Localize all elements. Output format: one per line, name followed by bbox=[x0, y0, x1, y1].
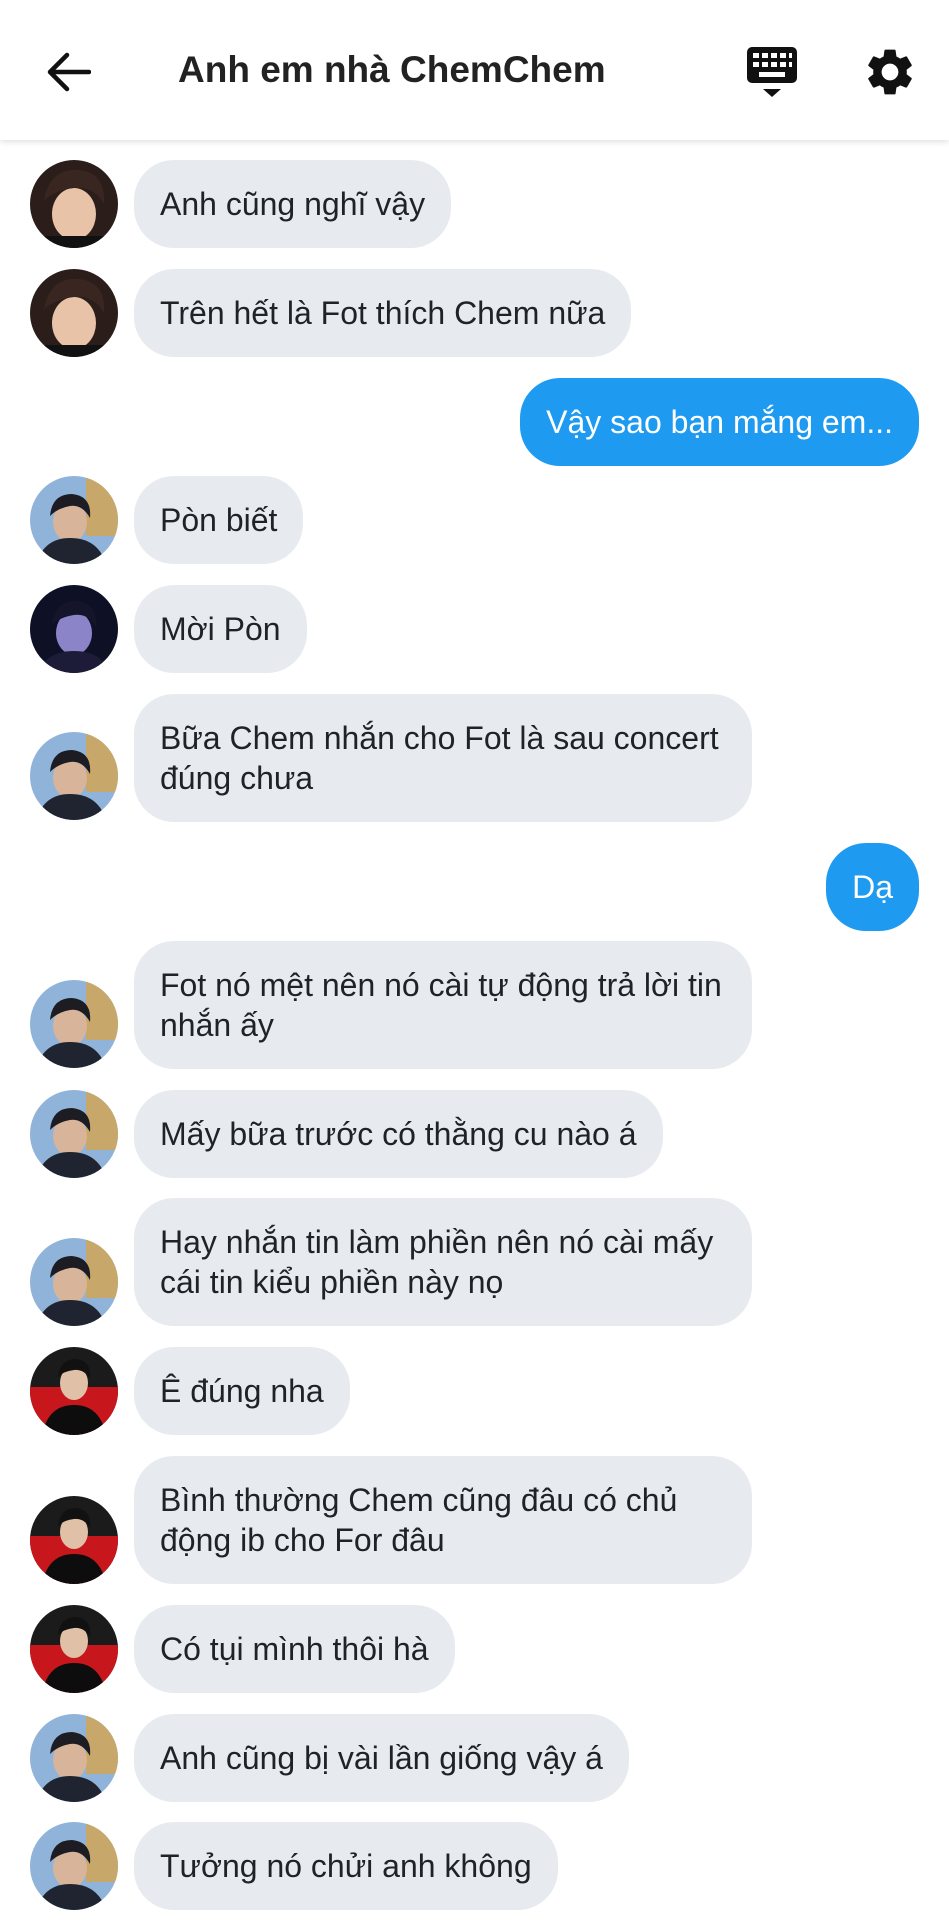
message-bubble[interactable]: Fot nó mệt nên nó cài tự động trả lời ti… bbox=[134, 941, 752, 1069]
message-text: Fot nó mệt nên nó cài tự động trả lời ti… bbox=[160, 967, 722, 1043]
message-bubble[interactable]: Anh cũng nghĩ vậy bbox=[134, 160, 452, 248]
back-button[interactable] bbox=[40, 44, 96, 100]
avatar[interactable] bbox=[30, 1714, 118, 1802]
message-text: Anh cũng bị vài lần giống vậy á bbox=[160, 1740, 603, 1776]
message-bubble[interactable]: Hay nhắn tin làm phiền nên nó cài mấy cá… bbox=[134, 1198, 752, 1326]
avatar[interactable] bbox=[30, 1496, 118, 1584]
top-app-bar: Anh em nhà ChemChem bbox=[0, 0, 949, 140]
message-text: Ê đúng nha bbox=[160, 1373, 324, 1409]
my-message-bubble[interactable]: Vậy sao bạn mắng em... bbox=[520, 378, 919, 466]
message-text: Anh cũng nghĩ vậy bbox=[160, 186, 426, 222]
message-text: Hay nhắn tin làm phiền nên nó cài mấy cá… bbox=[160, 1224, 714, 1300]
message-bubble[interactable]: Ê đúng nha bbox=[134, 1347, 350, 1435]
message-list[interactable]: Anh cũng nghĩ vậy Trên hết là Fot thích … bbox=[0, 0, 949, 1920]
keyboard-icon bbox=[747, 47, 797, 97]
settings-button[interactable] bbox=[862, 44, 918, 100]
avatar[interactable] bbox=[30, 269, 118, 357]
chat-title: Anh em nhà ChemChem bbox=[178, 49, 606, 90]
avatar[interactable] bbox=[30, 1605, 118, 1693]
message-bubble[interactable]: Mời Pòn bbox=[134, 585, 307, 673]
avatar[interactable] bbox=[30, 1090, 118, 1178]
gear-icon bbox=[868, 49, 912, 95]
avatar[interactable] bbox=[30, 1238, 118, 1326]
avatar[interactable] bbox=[30, 585, 118, 673]
message-text: Tưởng nó chửi anh không bbox=[160, 1848, 532, 1884]
message-text: Bình thường Chem cũng đâu có chủ động ib… bbox=[160, 1482, 678, 1558]
message-bubble[interactable]: Tưởng nó chửi anh không bbox=[134, 1822, 558, 1910]
message-bubble[interactable]: Mấy bữa trước có thằng cu nào á bbox=[134, 1090, 663, 1178]
keyboard-button[interactable] bbox=[744, 44, 800, 100]
message-text: Mời Pòn bbox=[160, 611, 281, 647]
avatar[interactable] bbox=[30, 1347, 118, 1435]
message-bubble[interactable]: Bữa Chem nhắn cho Fot là sau concert đún… bbox=[134, 694, 752, 822]
message-text: Vậy sao bạn mắng em... bbox=[546, 404, 893, 440]
message-text: Dạ bbox=[852, 869, 893, 905]
message-text: Trên hết là Fot thích Chem nữa bbox=[160, 295, 606, 331]
avatar[interactable] bbox=[30, 160, 118, 248]
my-message-bubble[interactable]: Dạ bbox=[826, 843, 919, 931]
message-text: Mấy bữa trước có thằng cu nào á bbox=[160, 1116, 637, 1152]
arrow-left-icon bbox=[47, 52, 91, 92]
message-bubble[interactable]: Pòn biết bbox=[134, 476, 304, 564]
message-bubble[interactable]: Có tụi mình thôi hà bbox=[134, 1605, 455, 1693]
message-text: Bữa Chem nhắn cho Fot là sau concert đún… bbox=[160, 720, 719, 796]
avatar[interactable] bbox=[30, 732, 118, 820]
message-bubble[interactable]: Trên hết là Fot thích Chem nữa bbox=[134, 269, 632, 357]
message-text: Pòn biết bbox=[160, 502, 278, 538]
message-bubble[interactable]: Bình thường Chem cũng đâu có chủ động ib… bbox=[134, 1456, 752, 1584]
message-text: Có tụi mình thôi hà bbox=[160, 1631, 429, 1667]
avatar[interactable] bbox=[30, 476, 118, 564]
message-bubble[interactable]: Anh cũng bị vài lần giống vậy á bbox=[134, 1714, 629, 1802]
avatar[interactable] bbox=[30, 1822, 118, 1910]
avatar[interactable] bbox=[30, 980, 118, 1068]
